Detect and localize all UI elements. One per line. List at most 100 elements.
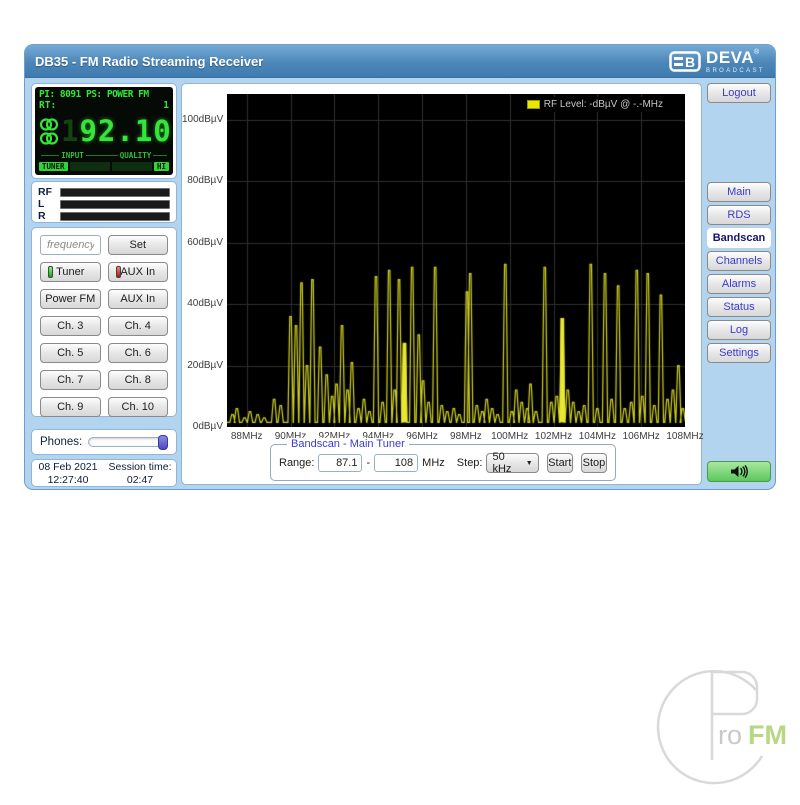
brand-name: DEVA <box>706 48 754 67</box>
deva-logo: B DEVA® BROADCAST <box>669 49 765 74</box>
session-time-value: 02:47 <box>104 474 176 487</box>
brand-sub: BROADCAST <box>706 68 765 74</box>
legend-text: RF Level: -dBµV @ -.-MHz <box>544 99 663 110</box>
y-tick-label: 60dBµV <box>182 237 223 248</box>
channel-5-button[interactable]: Ch. 5 <box>40 343 101 363</box>
sidebar-item-alarms[interactable]: Alarms <box>707 274 771 294</box>
lcd-dim-indicator <box>112 162 152 171</box>
slider-thumb[interactable] <box>158 435 168 450</box>
brand-reg: ® <box>754 49 759 56</box>
x-tick-label: 88MHz <box>231 431 263 442</box>
phones-panel: Phones: <box>31 429 177 455</box>
y-tick-label: 100dBµV <box>182 114 223 125</box>
audio-mute-button[interactable] <box>707 461 771 482</box>
x-tick-label: 100MHz <box>491 431 528 442</box>
lcd-display: PI: 8091 PS: POWER FM RT: 1 192.10 INPUT… <box>35 87 173 175</box>
tuner-button[interactable]: Tuner <box>40 262 101 282</box>
right-meter: R <box>38 210 170 222</box>
lcd-hi-indicator: HI <box>154 162 169 171</box>
phones-label: Phones: <box>40 436 82 448</box>
sidebar-item-rds[interactable]: RDS <box>707 205 771 225</box>
frequency-input[interactable] <box>40 235 101 255</box>
channel-7-button[interactable]: Ch. 7 <box>40 370 101 390</box>
profm-logo-icon: ro FM <box>652 660 800 800</box>
logout-button[interactable]: Logout <box>707 83 771 103</box>
right-meter-label: R <box>38 210 56 222</box>
step-select[interactable]: 50 kHz ▼ <box>486 453 538 473</box>
range-dash: - <box>366 457 370 469</box>
x-tick-label: 104MHz <box>579 431 616 442</box>
sidebar-item-bandscan[interactable]: Bandscan <box>707 228 771 248</box>
left-meter-label: L <box>38 198 56 210</box>
range-from-input[interactable] <box>318 454 362 472</box>
channel-3-button[interactable]: Ch. 3 <box>40 316 101 336</box>
lcd-pi-ps: PI: 8091 PS: POWER FM <box>39 89 169 100</box>
channel-9-button[interactable]: Ch. 9 <box>40 397 101 417</box>
x-tick-label: 108MHz <box>666 431 703 442</box>
sidebar-item-status[interactable]: Status <box>707 297 771 317</box>
profm-watermark: ro FM <box>652 660 800 805</box>
start-button[interactable]: Start <box>547 453 573 473</box>
channel-4-button[interactable]: Ch. 4 <box>108 316 169 336</box>
y-tick-label: 0dBµV <box>182 421 223 432</box>
left-meter: L <box>38 198 170 210</box>
sidebar-item-settings[interactable]: Settings <box>707 343 771 363</box>
range-unit: MHz <box>422 457 445 469</box>
nav-sidebar: Logout Main RDS Bandscan Channels Alarms… <box>707 83 771 484</box>
watermark-fm: FM <box>748 720 787 750</box>
bandscan-panel: 0dBµV20dBµV40dBµV60dBµV80dBµV100dBµV 88M… <box>181 83 702 485</box>
tuner-controls-panel: Set Tuner AUX In Power FM AUX In Ch. 3 C… <box>31 227 177 417</box>
legend-swatch-icon <box>527 100 540 109</box>
level-meters-panel: RF L R <box>31 181 177 223</box>
status-panel: 08 Feb 2021 Session time: 12:27:40 02:47 <box>31 459 177 487</box>
title-bar: DB35 - FM Radio Streaming Receiver B DEV… <box>25 45 775 78</box>
sidebar-item-channels[interactable]: Channels <box>707 251 771 271</box>
channel-6-button[interactable]: Ch. 6 <box>108 343 169 363</box>
y-tick-label: 20dBµV <box>182 360 223 371</box>
x-tick-label: 98MHz <box>450 431 482 442</box>
lcd-quality-label: QUALITY <box>120 151 152 160</box>
power-fm-button[interactable]: Power FM <box>40 289 101 309</box>
svg-text:B: B <box>685 54 695 70</box>
range-to-input[interactable] <box>374 454 418 472</box>
aux-in-button[interactable]: AUX In <box>108 262 169 282</box>
stereo-indicator-icon <box>39 118 59 145</box>
green-led-icon <box>48 266 53 278</box>
speaker-icon <box>730 465 748 478</box>
channel-10-button[interactable]: Ch. 10 <box>108 397 169 417</box>
sidebar-item-log[interactable]: Log <box>707 320 771 340</box>
chart-legend: RF Level: -dBµV @ -.-MHz <box>523 97 667 112</box>
lcd-frequency-row: 192.10 <box>39 111 169 151</box>
bandscan-chart: 0dBµV20dBµV40dBµV60dBµV80dBµV100dBµV 88M… <box>182 84 701 444</box>
bandscan-controls: Bandscan - Main Tuner Range: - MHz Step:… <box>270 444 616 481</box>
y-tick-label: 80dBµV <box>182 175 223 186</box>
page-title: DB35 - FM Radio Streaming Receiver <box>35 54 263 69</box>
step-label: Step: <box>457 457 483 469</box>
date-value: 08 Feb 2021 <box>32 461 104 474</box>
phones-volume-slider[interactable] <box>88 437 168 447</box>
range-label: Range: <box>279 457 314 469</box>
sidebar-item-main[interactable]: Main <box>707 182 771 202</box>
lcd-indicator-row: TUNER HI <box>39 162 169 171</box>
chevron-down-icon: ▼ <box>526 460 533 467</box>
set-button[interactable]: Set <box>108 235 169 255</box>
channel-8-button[interactable]: Ch. 8 <box>108 370 169 390</box>
time-value: 12:27:40 <box>32 474 104 487</box>
x-tick-label: 102MHz <box>535 431 572 442</box>
x-tick-label: 96MHz <box>406 431 438 442</box>
lcd-dim-indicator <box>70 162 110 171</box>
x-tick-label: 106MHz <box>623 431 660 442</box>
app-window: DB35 - FM Radio Streaming Receiver B DEV… <box>24 44 776 490</box>
deva-logo-mark-icon: B <box>669 51 701 72</box>
lcd-panel: PI: 8091 PS: POWER FM RT: 1 192.10 INPUT… <box>31 83 177 179</box>
bandscan-controls-title: Bandscan - Main Tuner <box>287 438 409 450</box>
red-led-icon <box>116 266 121 278</box>
aux-in-2-button[interactable]: AUX In <box>108 289 169 309</box>
lcd-input-label: INPUT <box>61 151 84 160</box>
watermark-ro: ro <box>718 720 742 750</box>
lcd-rt-flag: 1 <box>163 100 169 111</box>
lcd-rt-row: RT: 1 <box>39 100 169 111</box>
lcd-scale-row: INPUT QUALITY <box>39 151 169 160</box>
rf-meter-label: RF <box>38 186 56 198</box>
stop-button[interactable]: Stop <box>581 453 607 473</box>
